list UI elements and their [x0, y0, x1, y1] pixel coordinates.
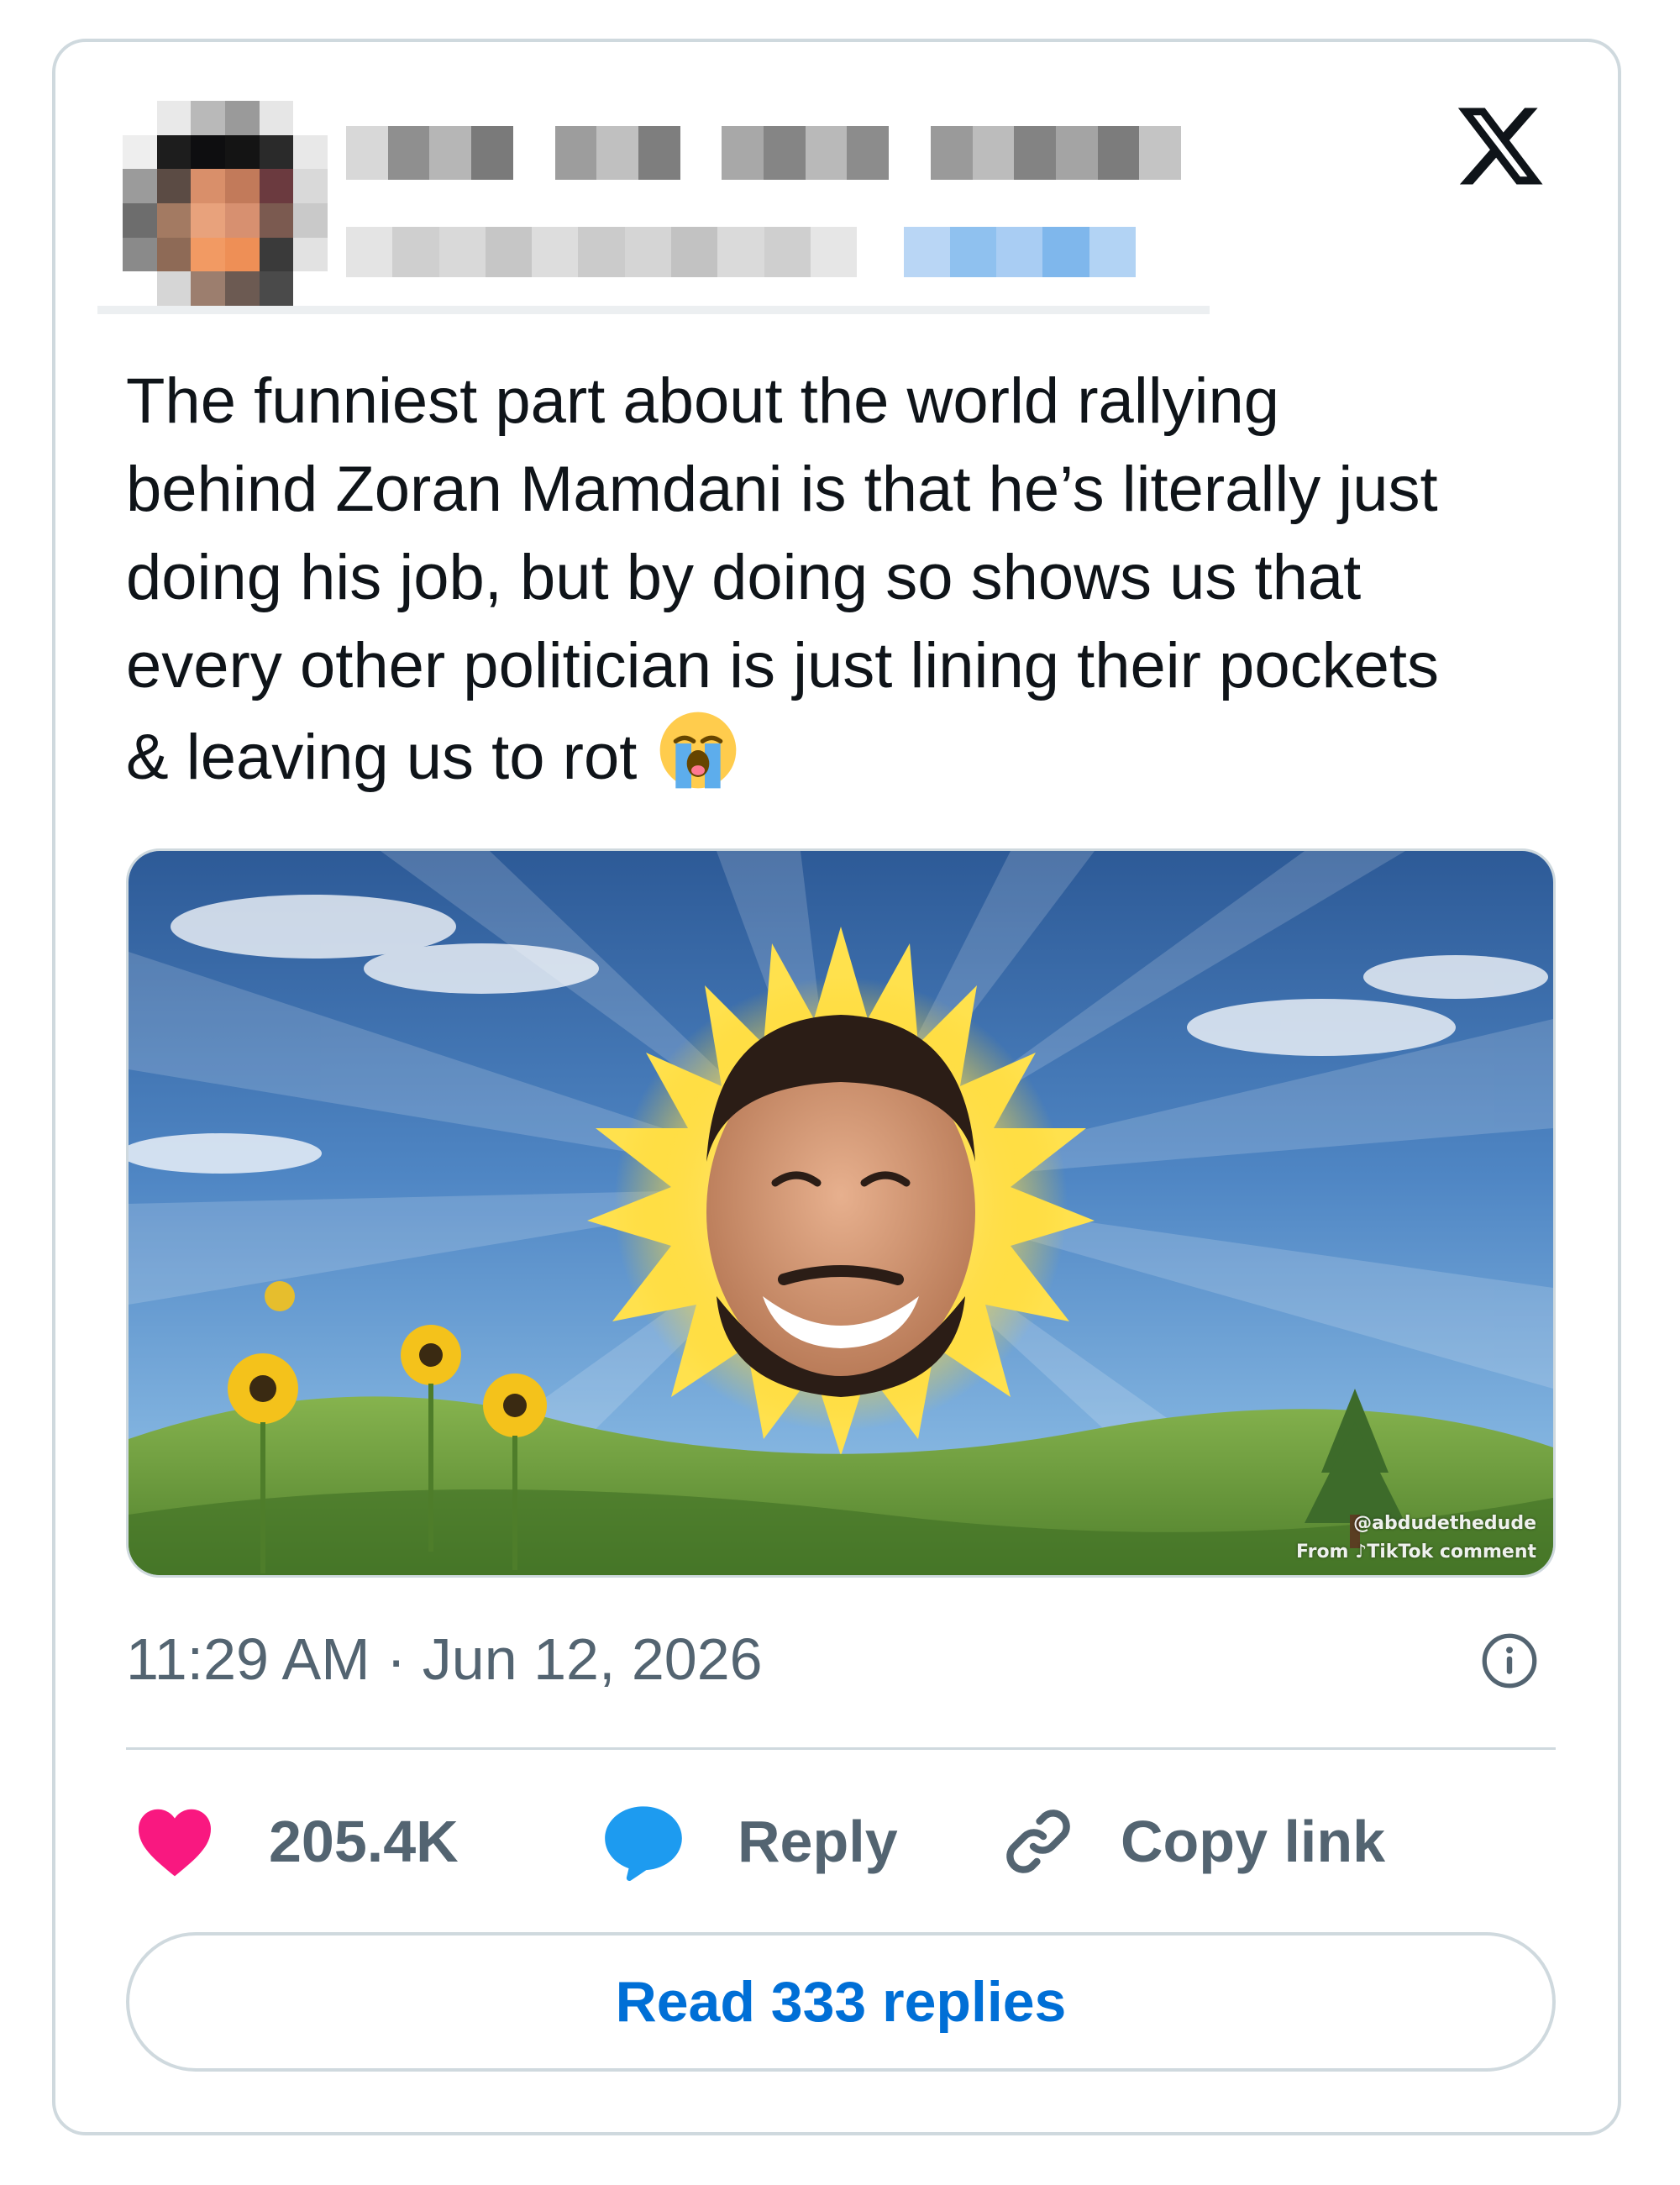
copy-link-label: Copy link [1121, 1809, 1386, 1874]
tweet-media-image[interactable]: @abdudethedude From ♪TikTok comment [126, 848, 1556, 1578]
watermark-source: From ♪TikTok comment [1296, 1538, 1536, 1567]
tweet-timestamp[interactable]: 11:29 AM · Jun 12, 2026 [126, 1626, 763, 1693]
avatar[interactable] [123, 101, 328, 306]
media-watermark: @abdudethedude From ♪TikTok comment [1296, 1510, 1536, 1567]
watermark-source-suffix: comment [1439, 1542, 1536, 1563]
heart-icon [139, 1809, 211, 1877]
speech-bubble-icon [605, 1806, 682, 1882]
loudly-crying-face-emoji [660, 712, 737, 789]
watermark-source-prefix: From [1295, 1542, 1349, 1563]
like-button[interactable]: 205.4K [134, 1799, 459, 1883]
read-replies-button[interactable]: Read 333 replies [126, 1932, 1556, 2072]
display-name-redacted[interactable] [346, 126, 1182, 180]
actions-divider [126, 1747, 1556, 1750]
tweet-text-content: The funniest part about the world rallyi… [126, 365, 1439, 793]
watermark-source-brand: TikTok [1367, 1542, 1434, 1563]
tiktok-logo-icon: ♪ [1355, 1542, 1368, 1563]
copy-link-button[interactable]: Copy link [998, 1799, 1385, 1883]
link-icon [1006, 1809, 1070, 1873]
x-logo-icon[interactable] [1452, 99, 1549, 193]
reply-button[interactable]: Reply [601, 1799, 898, 1883]
tweet-text: The funniest part about the world rallyi… [126, 357, 1554, 801]
header-divider [97, 306, 1210, 314]
watermark-handle: @abdudethedude [1353, 1513, 1536, 1534]
info-icon[interactable] [1480, 1631, 1539, 1690]
like-count: 205.4K [269, 1809, 459, 1874]
reply-label: Reply [738, 1809, 898, 1874]
sunshine-meme-image [129, 851, 1553, 1575]
handle-redacted[interactable] [346, 227, 1137, 277]
read-replies-label: Read 333 replies [615, 1970, 1067, 2034]
